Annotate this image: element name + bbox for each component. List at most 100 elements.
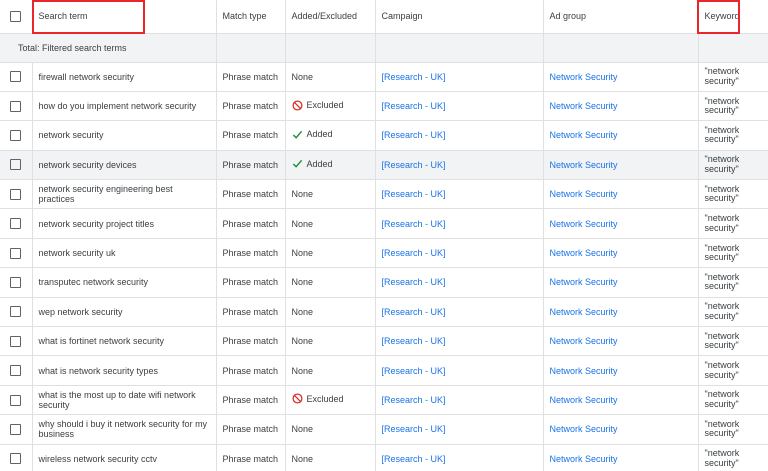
search-term-cell: why should i buy it network security for… [32,414,217,445]
campaign-link[interactable]: [Research - UK] [382,72,446,82]
row-checkbox[interactable] [10,247,22,259]
ad-group-link[interactable]: Network Security [550,248,618,258]
row-checkbox[interactable] [10,159,22,171]
table-row[interactable]: transputec network security Phrase match N… [0,267,768,298]
table-row[interactable]: what is fortinet network security Phrase … [0,326,768,357]
search-term-cell: network security devices [32,150,217,181]
total-cell [375,33,544,63]
table-row[interactable]: network security engineering best practi… [0,179,768,210]
match-type-text: Phrase match [222,306,279,317]
ad-group-cell: Network Security [543,414,699,445]
search-term-cell: wireless network security cctv [32,444,217,471]
table-row[interactable]: network security uk Phrase match None [Rese… [0,238,768,269]
table-row[interactable]: wep network security Phrase match None [Res… [0,297,768,328]
row-select-cell [0,297,33,328]
match-type-text: Phrase match [222,101,279,112]
row-checkbox[interactable] [10,71,22,83]
column-header-campaign[interactable]: Campaign [375,0,544,34]
column-header-ad-group[interactable]: Ad group [543,0,699,34]
campaign-link[interactable]: [Research - UK] [382,219,446,229]
campaign-link[interactable]: [Research - UK] [382,307,446,317]
column-header-search-term[interactable]: Search term [32,0,217,34]
select-all-checkbox[interactable] [10,10,22,22]
ad-group-link[interactable]: Network Security [550,189,618,199]
total-row: Total: Filtered search terms [0,33,768,63]
ad-group-link[interactable]: Network Security [550,130,618,140]
row-checkbox[interactable] [10,188,22,200]
search-term-cell: transputec network security [32,267,217,298]
status: None [292,454,314,464]
table-row[interactable]: wireless network security cctv Phrase mat… [0,444,768,471]
row-checkbox[interactable] [10,130,22,142]
ad-group-link[interactable]: Network Security [550,336,618,346]
table-row[interactable]: network security project titles Phrase ma… [0,208,768,239]
row-checkbox[interactable] [10,335,22,347]
campaign-cell: [Research - UK] [375,150,544,181]
row-checkbox[interactable] [10,306,22,318]
row-checkbox[interactable] [10,365,22,377]
column-header-added-excluded[interactable]: Added/Excluded [285,0,376,34]
ad-group-link[interactable]: Network Security [550,424,618,434]
table-row[interactable]: network security devices Phrase match Adde… [0,150,768,181]
row-checkbox[interactable] [10,218,22,230]
campaign-cell: [Research - UK] [375,326,544,357]
ad-group-link[interactable]: Network Security [550,277,618,287]
table-row[interactable]: what is the most up to date wifi network… [0,385,768,416]
ad-group-link[interactable]: Network Security [550,307,618,317]
search-term-text: what is network security types [38,365,159,376]
row-checkbox[interactable] [10,423,22,435]
campaign-link[interactable]: [Research - UK] [382,277,446,287]
status: Excluded [291,393,344,405]
search-term-text: what is fortinet network security [38,336,165,347]
campaign-cell: [Research - UK] [375,267,544,298]
status-text: None [291,306,314,317]
ad-group-link[interactable]: Network Security [550,219,618,229]
campaign-link[interactable]: [Research - UK] [382,130,446,140]
search-term-cell: wep network security [32,297,217,328]
row-checkbox[interactable] [10,394,22,406]
added-excluded-cell: Added [285,150,376,181]
search-term-text: transputec network security [38,277,149,288]
ad-group-cell: Network Security [543,297,699,328]
ad-group-cell: Network Security [543,444,699,471]
ad-group-cell: Network Security [543,385,699,416]
campaign-link[interactable]: [Research - UK] [382,424,446,434]
row-select-cell [0,91,33,122]
table-row[interactable]: firewall network security Phrase match Non… [0,62,768,92]
status: None [292,424,314,434]
row-checkbox[interactable] [10,276,22,288]
ad-group-link[interactable]: Network Security [550,101,618,111]
ad-group-link[interactable]: Network Security [550,366,618,376]
campaign-link[interactable]: [Research - UK] [382,189,446,199]
column-header-match-type[interactable]: Match type [216,0,286,34]
campaign-link[interactable]: [Research - UK] [382,336,446,346]
table-row[interactable]: how do you implement network security Phr… [0,91,768,122]
row-checkbox[interactable] [10,453,22,465]
table-row[interactable]: network security Phrase match Added [Resear… [0,120,768,151]
campaign-link[interactable]: [Research - UK] [382,101,446,111]
campaign-link[interactable]: [Research - UK] [382,160,446,170]
status-text: None [291,189,314,200]
campaign-link[interactable]: [Research - UK] [382,248,446,258]
table-row[interactable]: what is network security types Phrase mat… [0,355,768,386]
ad-group-link[interactable]: Network Security [550,72,618,82]
match-type-cell: Phrase match [216,120,286,151]
added-excluded-cell: None [285,355,376,386]
ad-group-link[interactable]: Network Security [550,454,618,464]
ad-group-link[interactable]: Network Security [550,395,618,405]
campaign-link[interactable]: [Research - UK] [382,395,446,405]
status: None [292,307,314,317]
ad-group-link[interactable]: Network Security [550,160,618,170]
ad-group-cell: Network Security [543,355,699,386]
ad-group-cell: Network Security [543,62,699,92]
campaign-link[interactable]: [Research - UK] [382,454,446,464]
ad-group-cell: Network Security [543,150,699,181]
row-select-cell [0,385,33,416]
keyword-text: "network security" [704,95,740,116]
row-checkbox[interactable] [10,100,22,112]
keyword-cell: "network security" [698,414,768,445]
total-cell [216,33,286,63]
campaign-link[interactable]: [Research - UK] [382,366,446,376]
column-header-keyword[interactable]: Keyword [698,0,768,34]
table-row[interactable]: why should i buy it network security for… [0,414,768,445]
